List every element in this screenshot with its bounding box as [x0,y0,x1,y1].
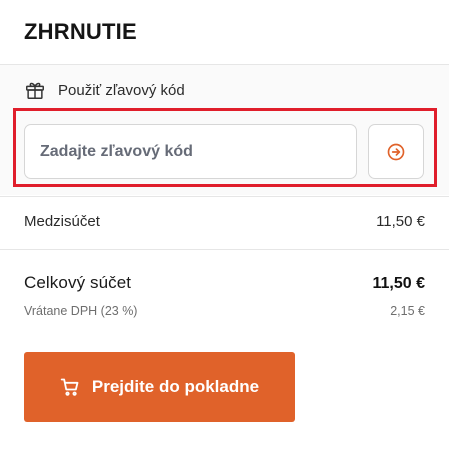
summary-title: ZHRNUTIE [24,19,137,44]
vat-row: Vrátane DPH (23 %) 2,15 € [24,304,425,318]
vat-label: Vrátane DPH (23 %) [24,304,138,318]
apply-promo-button[interactable] [368,124,424,179]
subtotal-row: Medzisúčet 11,50 € [24,213,425,230]
total-label: Celkový súčet [24,273,132,292]
promo-code-section: Použiť zľavový kód [0,65,449,195]
promo-code-input[interactable] [24,124,357,179]
section-divider [0,196,449,197]
cart-icon [60,377,80,397]
checkout-button[interactable]: Prejdite do pokladne [24,352,295,422]
subtotal-value: 11,50 € [376,213,425,230]
promo-code-toggle-label: Použiť zľavový kód [58,81,185,99]
arrow-right-circle-icon [386,142,406,162]
section-divider [0,249,449,250]
subtotal-label: Medzisúčet [24,213,100,230]
order-summary-panel: ZHRNUTIE Použiť zľavový kód Zadajte zľav… [0,0,449,451]
gift-icon [24,79,46,101]
promo-code-toggle[interactable]: Použiť zľavový kód [24,79,185,101]
total-row: Celkový súčet 11,50 € [24,273,425,293]
vat-value: 2,15 € [390,304,425,318]
checkout-button-label: Prejdite do pokladne [91,377,260,396]
total-value: 11,50 € [372,275,426,292]
